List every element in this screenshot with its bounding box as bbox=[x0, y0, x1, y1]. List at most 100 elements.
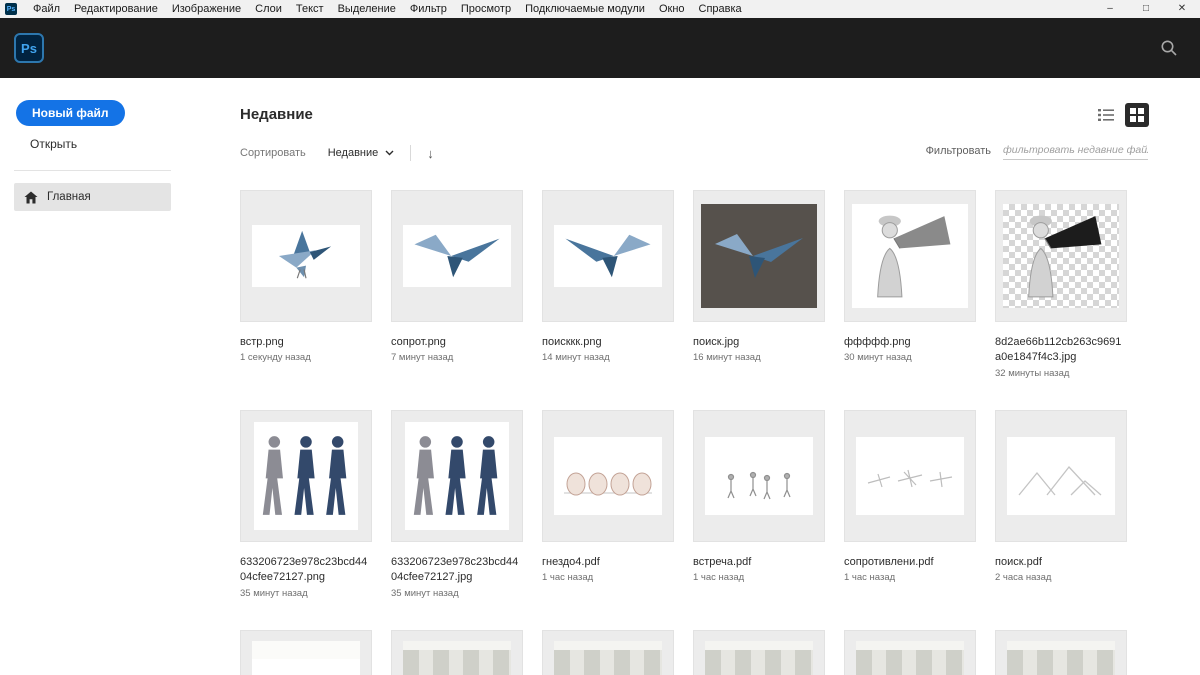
sidebar-divider bbox=[14, 170, 171, 171]
filter-input[interactable] bbox=[1003, 141, 1148, 160]
file-card[interactable]: 633206723e978c23bcd4404cfee72127.png 35 … bbox=[240, 410, 372, 599]
sort-direction-icon[interactable]: ↓ bbox=[427, 146, 434, 161]
file-name: сопротивлени.pdf bbox=[844, 556, 934, 568]
file-card[interactable]: 8d2ae66b112cb263c9691a0e1847f4c3.jpg 32 … bbox=[995, 190, 1127, 379]
file-time: 1 секунду назад bbox=[240, 352, 311, 364]
menu-plugins[interactable]: Подключаемые модули bbox=[518, 0, 652, 18]
file-time: 35 минут назад bbox=[240, 587, 308, 599]
list-view-button[interactable] bbox=[1094, 103, 1118, 127]
sort-controls: Сортировать Недавние ↓ bbox=[240, 143, 434, 163]
maximize-button[interactable]: □ bbox=[1128, 0, 1164, 18]
thumbnail-bird-dark-image bbox=[715, 234, 803, 278]
file-thumbnail bbox=[844, 190, 976, 322]
menu-select[interactable]: Выделение bbox=[331, 0, 403, 18]
file-thumbnail bbox=[844, 410, 976, 542]
sidebar-item-home[interactable]: Главная bbox=[14, 183, 171, 211]
grid-view-icon bbox=[1130, 108, 1144, 122]
app-icon-small: Ps bbox=[5, 3, 17, 15]
sort-dropdown[interactable]: Недавние bbox=[328, 147, 395, 159]
file-thumbnail bbox=[693, 410, 825, 542]
close-button[interactable]: ✕ bbox=[1164, 0, 1200, 18]
file-time: 16 минут назад bbox=[693, 352, 761, 364]
file-thumbnail bbox=[391, 630, 523, 675]
menu-file[interactable]: Файл bbox=[26, 0, 67, 18]
file-thumbnail bbox=[693, 630, 825, 675]
file-name: 633206723e978c23bcd4404cfee72127.jpg bbox=[391, 556, 519, 584]
menu-layers[interactable]: Слои bbox=[248, 0, 289, 18]
page-title: Недавние bbox=[240, 106, 313, 123]
thumbnail-document-image bbox=[554, 641, 662, 675]
file-name: встреча.pdf bbox=[693, 556, 752, 568]
file-card-partial[interactable] bbox=[693, 630, 825, 675]
file-time: 2 часа назад bbox=[995, 572, 1052, 584]
file-card[interactable]: встреча.pdf 1 час назад bbox=[693, 410, 825, 598]
file-time: 35 минут назад bbox=[391, 587, 459, 599]
open-button[interactable]: Открыть bbox=[30, 137, 77, 151]
file-card-partial[interactable] bbox=[995, 630, 1127, 675]
file-time: 32 минуты назад bbox=[995, 367, 1070, 379]
window-controls: – □ ✕ bbox=[1092, 0, 1200, 18]
file-time: 1 час назад bbox=[844, 572, 896, 584]
file-card[interactable]: поиск.jpg 16 минут назад bbox=[693, 190, 825, 378]
app-header: Ps bbox=[0, 18, 1200, 78]
search-icon[interactable] bbox=[1160, 39, 1178, 57]
sort-label: Сортировать bbox=[240, 147, 306, 159]
file-thumbnail bbox=[995, 410, 1127, 542]
file-card[interactable]: поисккк.png 14 минут назад bbox=[542, 190, 674, 378]
file-thumbnail bbox=[240, 190, 372, 322]
photoshop-logo: Ps bbox=[14, 33, 44, 63]
menu-view[interactable]: Просмотр bbox=[454, 0, 518, 18]
file-card[interactable]: сопротивлени.pdf 1 час назад bbox=[844, 410, 976, 598]
home-icon bbox=[24, 191, 38, 203]
thumbnail-document-image bbox=[856, 641, 964, 675]
thumbnail-sketch-image bbox=[867, 469, 953, 488]
file-card[interactable]: сопрот.png 7 минут назад bbox=[391, 190, 523, 378]
file-card[interactable]: поиск.pdf 2 часа назад bbox=[995, 410, 1127, 598]
file-card[interactable]: 633206723e978c23bcd4404cfee72127.jpg 35 … bbox=[391, 410, 523, 599]
thumbnail-bird-image bbox=[414, 234, 500, 278]
file-name: гнездо4.pdf bbox=[542, 556, 600, 568]
menu-text[interactable]: Текст bbox=[289, 0, 331, 18]
list-view-icon bbox=[1098, 109, 1114, 121]
file-card-partial[interactable] bbox=[844, 630, 976, 675]
new-file-button[interactable]: Новый файл bbox=[16, 100, 125, 126]
sidebar-home-label: Главная bbox=[47, 191, 91, 203]
file-name: поиск.jpg bbox=[693, 336, 740, 348]
menu-edit[interactable]: Редактирование bbox=[67, 0, 165, 18]
file-thumbnail bbox=[391, 190, 523, 322]
thumbnail-document-image bbox=[252, 641, 360, 675]
menu-help[interactable]: Справка bbox=[692, 0, 749, 18]
thumbnail-megaphone-boy-image bbox=[877, 215, 951, 298]
thumbnail-walking-figures-image bbox=[262, 436, 347, 515]
file-thumbnail bbox=[542, 190, 674, 322]
sidebar: Новый файл Открыть Главная bbox=[0, 78, 211, 675]
file-time: 1 час назад bbox=[542, 572, 594, 584]
file-name: поиск.pdf bbox=[995, 556, 1042, 568]
file-name: сопрот.png bbox=[391, 336, 446, 348]
filter-controls: Фильтровать bbox=[926, 141, 1148, 160]
thumbnail-meeting-figures-image bbox=[727, 471, 791, 500]
file-card-partial[interactable] bbox=[542, 630, 674, 675]
thumbnail-document-image bbox=[1007, 641, 1115, 675]
thumbnail-bird-image bbox=[565, 234, 651, 278]
minimize-button[interactable]: – bbox=[1092, 0, 1128, 18]
file-name: встр.png bbox=[240, 336, 284, 348]
file-thumbnail bbox=[995, 190, 1127, 322]
file-name: 8d2ae66b112cb263c9691a0e1847f4c3.jpg bbox=[995, 336, 1122, 364]
file-card[interactable]: встр.png 1 секунду назад bbox=[240, 190, 372, 378]
file-card[interactable]: ффффф.png 30 минут назад bbox=[844, 190, 976, 378]
menu-window[interactable]: Окно bbox=[652, 0, 692, 18]
file-card-partial[interactable] bbox=[391, 630, 523, 675]
menu-filter[interactable]: Фильтр bbox=[403, 0, 454, 18]
file-card-partial[interactable] bbox=[240, 630, 372, 675]
thumbnail-nest-eggs-image bbox=[563, 472, 653, 496]
grid-view-button[interactable] bbox=[1125, 103, 1149, 127]
filter-label: Фильтровать bbox=[925, 144, 991, 157]
thumbnail-mountains-sketch-image bbox=[1018, 466, 1102, 496]
thumbnail-document-image bbox=[403, 641, 511, 675]
file-time: 14 минут назад bbox=[542, 352, 610, 364]
file-time: 1 час назад bbox=[693, 572, 745, 584]
file-thumbnail bbox=[844, 630, 976, 675]
file-card[interactable]: гнездо4.pdf 1 час назад bbox=[542, 410, 674, 598]
menu-image[interactable]: Изображение bbox=[165, 0, 248, 18]
